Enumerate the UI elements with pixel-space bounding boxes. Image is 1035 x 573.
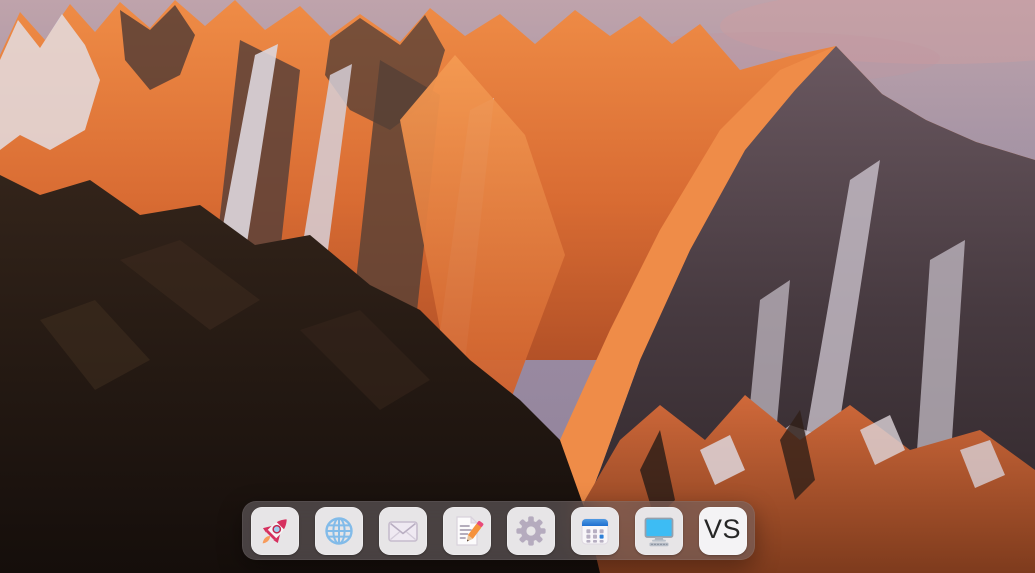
- vs-text-label: VS: [704, 516, 741, 543]
- gear-icon: [513, 513, 549, 549]
- memo-pencil-icon: [449, 513, 485, 549]
- globe-icon: [321, 513, 357, 549]
- dock-item-vscode[interactable]: VS: [699, 507, 747, 555]
- monitor-icon: [641, 513, 677, 549]
- dock-item-computer[interactable]: [635, 507, 683, 555]
- dock-item-editor[interactable]: [443, 507, 491, 555]
- dock-item-browser[interactable]: [315, 507, 363, 555]
- calendar-icon: [577, 513, 613, 549]
- dock: VS: [242, 501, 755, 560]
- desktop: VS: [0, 0, 1035, 573]
- wallpaper-mountain-sunset: [0, 0, 1035, 573]
- dock-item-calendar[interactable]: [571, 507, 619, 555]
- rocket-icon: [255, 511, 295, 551]
- dock-item-settings[interactable]: [507, 507, 555, 555]
- envelope-icon: [385, 513, 421, 549]
- dock-item-mail[interactable]: [379, 507, 427, 555]
- dock-item-launcher[interactable]: [251, 507, 299, 555]
